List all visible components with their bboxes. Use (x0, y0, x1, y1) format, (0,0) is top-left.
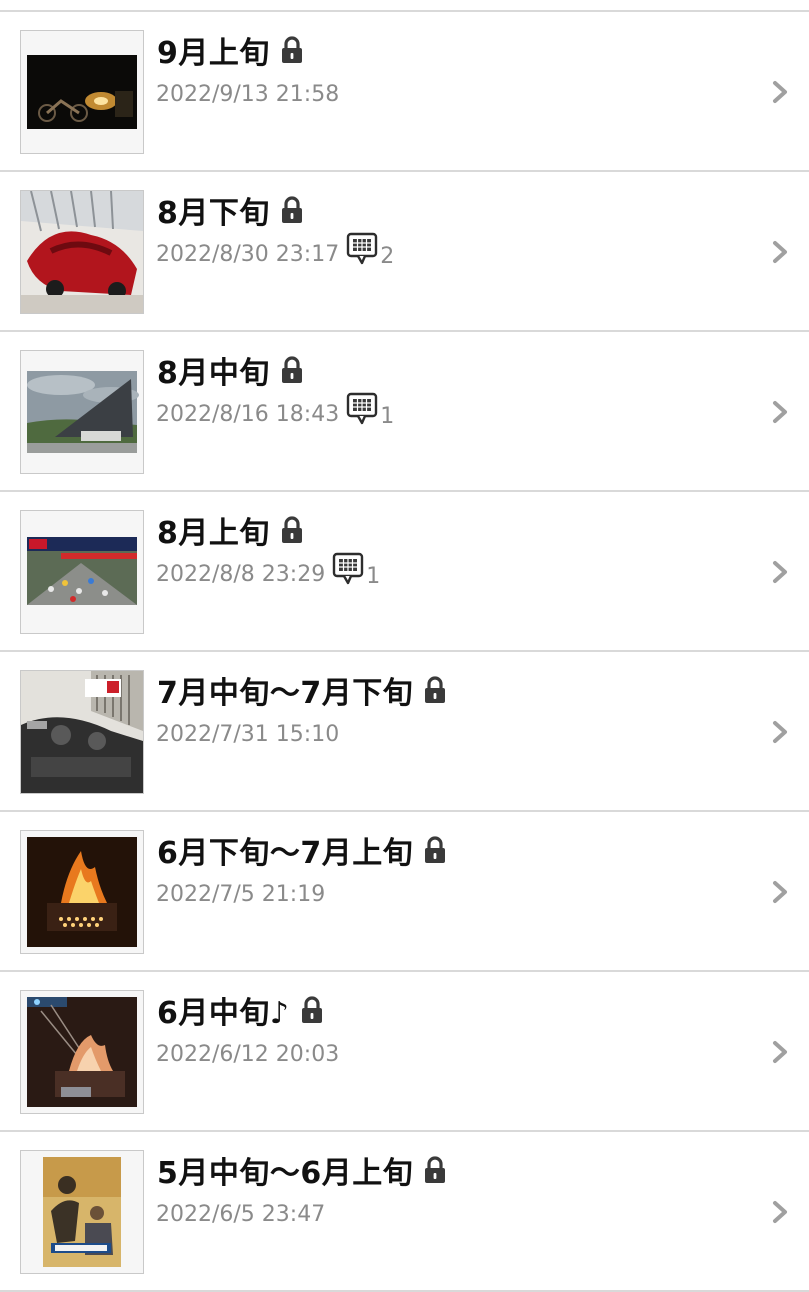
lock-icon (281, 516, 302, 543)
comment-count: 2 (380, 243, 395, 269)
entry-thumbnail (20, 350, 144, 474)
entry-title-row: 7月中旬～7月下旬 (157, 670, 448, 711)
entry-title: 9月上旬 (157, 36, 270, 71)
lock-icon (301, 996, 322, 1023)
entry-title: 8月上旬 (157, 516, 270, 551)
diary-entry[interactable]: 7月中旬～7月下旬 2022/7/31 15:10 (0, 652, 809, 812)
entry-thumbnail (20, 30, 144, 154)
chevron-right-icon (773, 401, 787, 423)
entry-title: 6月中旬♪ (157, 996, 290, 1031)
entry-title: 5月中旬～6月上旬 (157, 1156, 414, 1191)
entry-date: 2022/7/31 15:10 (156, 721, 340, 747)
entry-meta-row: 2022/8/16 18:43 1 (156, 392, 395, 434)
lock-icon (425, 836, 446, 863)
comment-icon (347, 392, 378, 425)
entry-date: 2022/6/5 23:47 (156, 1201, 326, 1227)
diary-entry[interactable]: 6月中旬♪ 2022/6/12 20:03 (0, 972, 809, 1132)
chevron-right-icon (773, 561, 787, 583)
entry-thumbnail (20, 990, 144, 1114)
lock-icon (281, 356, 302, 383)
entry-title: 8月下旬 (157, 196, 270, 231)
diary-entry[interactable]: 8月中旬 2022/8/16 18:43 1 (0, 332, 809, 492)
entry-title: 7月中旬～7月下旬 (157, 676, 414, 711)
entry-title-row: 8月下旬 (157, 190, 305, 231)
entry-meta-row: 2022/6/5 23:47 (156, 1194, 325, 1234)
entry-thumbnail (20, 830, 144, 954)
entry-meta-row: 2022/7/5 21:19 (156, 874, 325, 914)
chevron-right-icon (773, 881, 787, 903)
chevron-right-icon (773, 81, 787, 103)
entry-date: 2022/6/12 20:03 (156, 1041, 340, 1067)
chevron-right-icon (773, 1201, 787, 1223)
diary-entry-list: 9月上旬 2022/9/13 21:58 8月下旬 2022/8/30 23:1… (0, 12, 809, 1292)
entry-title: 8月中旬 (157, 356, 270, 391)
entry-thumbnail (20, 510, 144, 634)
diary-entry[interactable]: 8月上旬 2022/8/8 23:29 1 (0, 492, 809, 652)
entry-thumbnail (20, 190, 144, 314)
comment-icon (333, 552, 364, 585)
top-divider (0, 0, 809, 12)
diary-entry[interactable]: 6月下旬～7月上旬 2022/7/5 21:19 (0, 812, 809, 972)
entry-date: 2022/8/30 23:17 (156, 241, 340, 267)
entry-title-row: 6月下旬～7月上旬 (157, 830, 448, 871)
entry-date: 2022/8/16 18:43 (156, 401, 340, 427)
entry-title-row: 8月上旬 (157, 510, 305, 551)
entry-meta-row: 2022/6/12 20:03 (156, 1034, 339, 1074)
chevron-right-icon (773, 241, 787, 263)
lock-icon (425, 676, 446, 703)
diary-entry[interactable]: 9月上旬 2022/9/13 21:58 (0, 12, 809, 172)
entry-meta-row: 2022/7/31 15:10 (156, 714, 339, 754)
entry-thumbnail (20, 1150, 144, 1274)
diary-entry[interactable]: 8月下旬 2022/8/30 23:17 2 (0, 172, 809, 332)
comment-count: 1 (366, 563, 381, 589)
diary-entry[interactable]: 5月中旬～6月上旬 2022/6/5 23:47 (0, 1132, 809, 1292)
chevron-right-icon (773, 1041, 787, 1063)
comment-count: 1 (380, 403, 395, 429)
entry-title-row: 8月中旬 (157, 350, 305, 391)
chevron-right-icon (773, 721, 787, 743)
lock-icon (425, 1156, 446, 1183)
entry-title-row: 5月中旬～6月上旬 (157, 1150, 448, 1191)
entry-date: 2022/9/13 21:58 (156, 81, 340, 107)
comment-icon (347, 232, 378, 265)
entry-title-row: 6月中旬♪ (157, 990, 325, 1031)
lock-icon (281, 196, 302, 223)
lock-icon (281, 36, 302, 63)
entry-meta-row: 2022/8/30 23:17 2 (156, 232, 395, 274)
entry-meta-row: 2022/9/13 21:58 (156, 74, 339, 114)
entry-thumbnail (20, 670, 144, 794)
entry-title: 6月下旬～7月上旬 (157, 836, 414, 871)
entry-date: 2022/7/5 21:19 (156, 881, 326, 907)
entry-meta-row: 2022/8/8 23:29 1 (156, 552, 381, 594)
entry-date: 2022/8/8 23:29 (156, 561, 326, 587)
entry-title-row: 9月上旬 (157, 30, 305, 71)
